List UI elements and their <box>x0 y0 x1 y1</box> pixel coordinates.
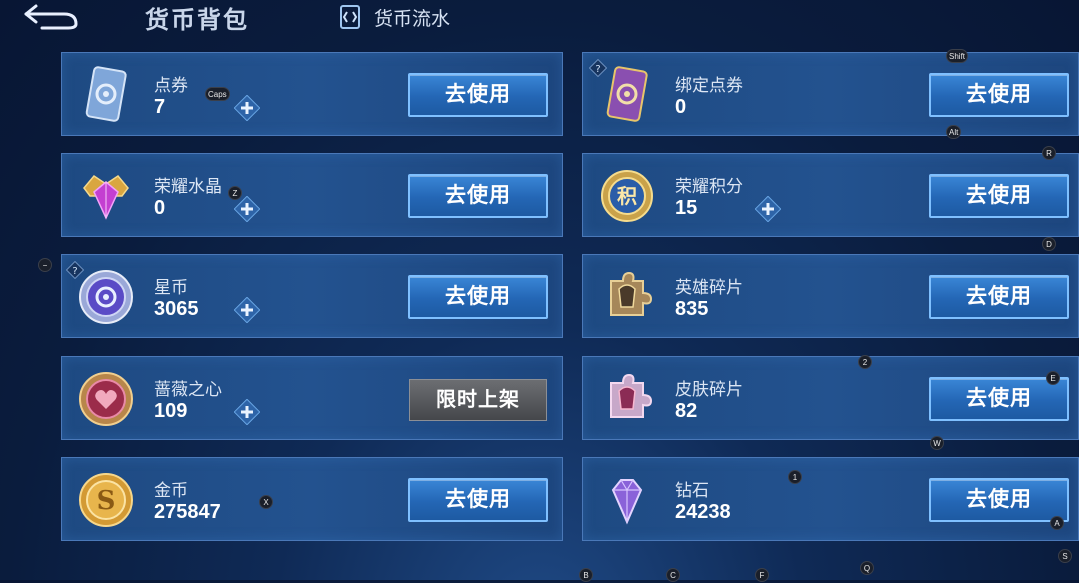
key-hint-2: 2 <box>858 355 872 369</box>
currency-card-glory-points: 积 荣耀积分 15 去使用 <box>582 153 1079 237</box>
use-button[interactable]: 去使用 <box>929 478 1069 522</box>
currency-value: 3065 <box>154 298 199 320</box>
exchange-icon <box>340 5 360 29</box>
key-hint-caps: Caps <box>205 87 230 101</box>
currency-name: 皮肤碎片 <box>675 380 743 399</box>
add-icon[interactable] <box>234 95 260 121</box>
tab-currency-flow-label: 货币流水 <box>374 8 451 30</box>
currency-name: 绑定点券 <box>675 76 743 95</box>
key-hint-d: D <box>1042 237 1056 251</box>
tab-currency-flow[interactable]: 货币流水 <box>336 2 450 32</box>
use-button[interactable]: 去使用 <box>929 73 1069 117</box>
currency-card-hero-fragment: 英雄碎片 835 去使用 <box>582 254 1079 338</box>
use-button[interactable]: 去使用 <box>408 174 548 218</box>
key-hint-1: 1 <box>788 470 802 484</box>
currency-name: 英雄碎片 <box>675 278 743 297</box>
key-hint-s: S <box>1058 549 1072 563</box>
key-hint-e: E <box>1046 371 1060 385</box>
diamond-icon <box>611 479 643 525</box>
use-button[interactable]: 去使用 <box>408 73 548 117</box>
currency-name: 荣耀水晶 <box>154 177 222 196</box>
add-icon[interactable] <box>234 399 260 425</box>
currency-card-voucher: 点券 7 去使用 <box>61 52 563 136</box>
currency-name: 蔷薇之心 <box>154 380 222 399</box>
add-icon[interactable] <box>755 196 781 222</box>
currency-name: 点券 <box>154 76 188 95</box>
crystal-icon <box>83 175 129 220</box>
currency-value: 15 <box>675 197 698 219</box>
gold-coin-icon: S <box>79 473 133 527</box>
use-button[interactable]: 去使用 <box>929 275 1069 319</box>
limited-time-button[interactable]: 限时上架 <box>409 379 547 421</box>
currency-name: 星币 <box>154 278 188 297</box>
top-bar: 货币背包 货币流水 <box>0 0 1079 40</box>
rose-heart-icon <box>79 372 133 426</box>
key-hint-minus: − <box>38 258 52 272</box>
currency-card-diamond: 钻石 24238 去使用 <box>582 457 1079 541</box>
svg-text:积: 积 <box>617 184 637 208</box>
page-title: 货币背包 <box>145 7 249 34</box>
currency-name: 荣耀积分 <box>675 177 743 196</box>
key-hint-alt: Alt <box>946 125 962 139</box>
bound-voucher-card-icon <box>606 66 648 122</box>
currency-value: 24238 <box>675 501 731 523</box>
points-coin-icon: 积 <box>601 170 653 222</box>
skin-fragment-icon <box>610 373 653 418</box>
key-hint-z: Z <box>228 186 242 200</box>
key-hint-q: Q <box>860 561 874 575</box>
key-hint-r: R <box>1042 146 1056 160</box>
currency-value: 0 <box>675 96 687 118</box>
currency-card-gold-coin: S 金币 275847 去使用 <box>61 457 563 541</box>
currency-value: 7 <box>154 96 166 118</box>
key-hint-shift: Shift <box>946 49 969 63</box>
add-icon[interactable] <box>234 196 260 222</box>
currency-value: 835 <box>675 298 709 320</box>
currency-card-star-coin: ? 星币 3065 去使用 <box>61 254 563 338</box>
currency-card-skin-fragment: 皮肤碎片 82 去使用 <box>582 356 1079 440</box>
star-coin-icon <box>79 270 133 324</box>
currency-value: 275847 <box>154 501 221 523</box>
voucher-card-icon <box>85 66 127 122</box>
currency-value: 0 <box>154 197 166 219</box>
use-button[interactable]: 去使用 <box>408 275 548 319</box>
key-hint-w: W <box>930 436 944 450</box>
key-hint-x: X <box>259 495 273 509</box>
currency-value: 109 <box>154 400 188 422</box>
back-arrow-icon[interactable] <box>22 2 82 32</box>
key-hint-a: A <box>1050 516 1064 530</box>
use-button[interactable]: 去使用 <box>929 174 1069 218</box>
currency-name: 金币 <box>154 481 188 500</box>
hero-fragment-icon <box>610 271 653 316</box>
add-icon[interactable] <box>234 297 260 323</box>
currency-name: 钻石 <box>675 481 709 500</box>
currency-card-bound-voucher: ? 绑定点券 0 去使用 <box>582 52 1079 136</box>
svg-text:S: S <box>97 486 116 516</box>
currency-value: 82 <box>675 400 698 422</box>
currency-card-glory-crystal: 荣耀水晶 0 去使用 <box>61 153 563 237</box>
currency-card-rose-heart: 蔷薇之心 109 限时上架 <box>61 356 563 440</box>
use-button[interactable]: 去使用 <box>408 478 548 522</box>
